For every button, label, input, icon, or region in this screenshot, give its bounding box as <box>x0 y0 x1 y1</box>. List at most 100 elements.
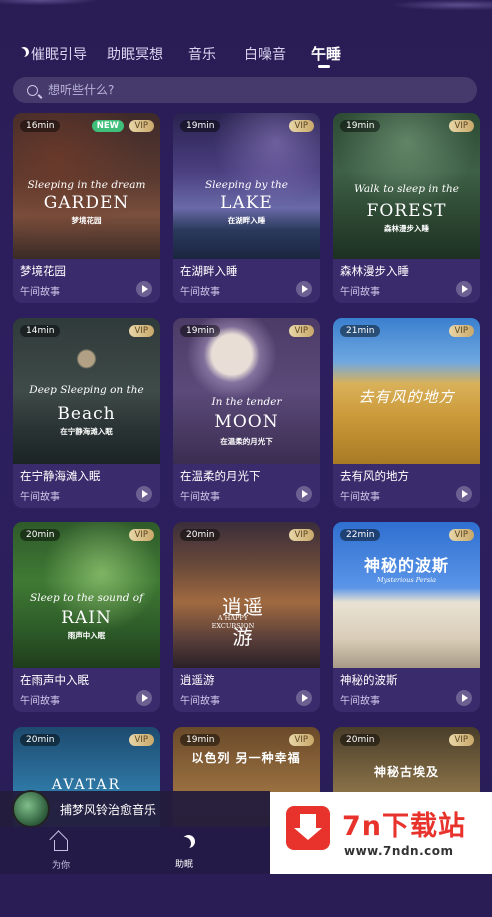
card-info: 在宁静海滩入眠 午间故事 <box>13 464 160 508</box>
card-artwork: Deep Sleeping on the Beach 在宁静海滩入眠 <box>13 318 160 464</box>
play-icon[interactable] <box>296 690 312 706</box>
site-watermark: 7n下载站 www.7ndn.com <box>270 792 492 874</box>
artwork-title: 去有风的地方 <box>358 388 455 406</box>
story-card-garden[interactable]: Sleeping in the dream GARDEN 梦境花园 16min … <box>13 113 160 303</box>
card-artwork: 去有风的地方 <box>333 318 480 464</box>
artwork-caption: Deep Sleeping on the <box>29 384 144 396</box>
artwork-caption: Sleeping in the dream <box>27 179 146 191</box>
tab-sleep-meditation[interactable]: 助眠冥想 <box>107 44 163 64</box>
card-info: 在温柔的月光下 午间故事 <box>173 464 320 508</box>
nav-label: 助眠 <box>174 860 193 870</box>
card-subtitle: 午间故事 <box>180 696 220 707</box>
card-subtitle: 午间故事 <box>180 492 220 503</box>
vip-badge: VIP <box>448 325 474 337</box>
artwork-caption: Sleeping by the <box>204 179 289 191</box>
artwork-title: GARDEN <box>43 193 130 213</box>
card-subtitle: 午间故事 <box>20 492 60 503</box>
tab-nap[interactable]: 午睡 <box>311 43 341 64</box>
card-artwork: 神秘的波斯 Mysterious Persia <box>333 522 480 668</box>
bottom-nav: 为你 助眠 <box>0 827 270 874</box>
duration-badge: 21min <box>340 325 381 337</box>
story-card-moon[interactable]: In the tender MOON 在温柔的月光下 19min VIP 在温柔… <box>173 318 320 508</box>
story-card-rain[interactable]: Sleep to the sound of RAIN 雨声中入眠 20min V… <box>13 522 160 712</box>
card-artwork: Walk to sleep in the FOREST 森林漫步入睡 <box>333 113 480 259</box>
vip-badge: VIP <box>448 734 474 746</box>
duration-badge: 19min <box>180 325 221 337</box>
play-icon[interactable] <box>296 486 312 502</box>
card-subtitle: 午间故事 <box>20 696 60 707</box>
story-card-persia[interactable]: 神秘的波斯 Mysterious Persia 22min VIP 神秘的波斯 … <box>333 522 480 712</box>
artwork-subtitle: 森林漫步入睡 <box>384 224 429 233</box>
story-card-forest[interactable]: Walk to sleep in the FOREST 森林漫步入睡 19min… <box>333 113 480 303</box>
artwork-title: 神秘古埃及 <box>373 765 439 779</box>
duration-badge: 20min <box>20 734 61 746</box>
play-icon[interactable] <box>136 690 152 706</box>
card-info: 去有风的地方 午间故事 <box>333 464 480 508</box>
vip-badge: VIP <box>288 120 314 132</box>
vip-badge: VIP <box>448 529 474 541</box>
artwork-title: 以色列 另一种幸福 <box>191 751 301 765</box>
duration-badge: 14min <box>20 325 61 337</box>
card-subtitle: 午间故事 <box>340 492 380 503</box>
tab-white-noise[interactable]: 白噪音 <box>244 44 286 64</box>
story-card-windy-place[interactable]: 去有风的地方 21min VIP 去有风的地方 午间故事 <box>333 318 480 508</box>
story-card-happy-excursion[interactable]: A HAPPY EXCURSION 逍遥游 20min VIP 逍遥游 午间故事 <box>173 522 320 712</box>
nav-for-you[interactable]: 为你 <box>31 835 91 871</box>
story-card-lake[interactable]: Sleeping by the LAKE 在湖畔入睡 19min VIP 在湖畔… <box>173 113 320 303</box>
vip-badge: VIP <box>128 120 154 132</box>
search-input[interactable] <box>46 82 450 98</box>
artwork-caption: Mysterious Persia <box>376 576 437 584</box>
card-artwork: Sleeping by the LAKE 在湖畔入睡 <box>173 113 320 259</box>
mini-player[interactable]: 捕梦风铃治愈音乐 <box>0 790 270 828</box>
moon-icon <box>16 48 26 58</box>
play-icon[interactable] <box>136 486 152 502</box>
nav-label: 为你 <box>51 861 70 871</box>
search-bar[interactable] <box>13 77 477 103</box>
play-icon[interactable] <box>296 281 312 297</box>
active-tab-indicator <box>318 65 330 68</box>
artwork-title: Beach <box>57 404 116 424</box>
duration-badge: 16min <box>20 120 61 132</box>
card-title: 梦境花园 <box>20 264 66 278</box>
play-icon[interactable] <box>456 281 472 297</box>
artwork-title: 神秘的波斯 <box>363 556 449 575</box>
card-artwork: Sleep to the sound of RAIN 雨声中入眠 <box>13 522 160 668</box>
artwork-subtitle: 在温柔的月光下 <box>220 437 273 446</box>
artwork-caption: Walk to sleep in the <box>354 183 459 195</box>
card-info: 梦境花园 午间故事 <box>13 259 160 303</box>
card-title: 森林漫步入睡 <box>340 264 409 278</box>
artwork-subtitle: 梦境花园 <box>71 216 102 225</box>
download-arrow-head-icon <box>294 828 322 840</box>
card-title: 在湖畔入睡 <box>180 264 238 278</box>
card-title: 在雨声中入眠 <box>20 673 89 687</box>
story-card-beach[interactable]: Deep Sleeping on the Beach 在宁静海滩入眠 14min… <box>13 318 160 508</box>
duration-badge: 20min <box>20 529 61 541</box>
tab-hypnosis-guide[interactable]: 催眠引导 <box>16 44 87 64</box>
duration-badge: 22min <box>340 529 381 541</box>
nav-sleep-aid[interactable]: 助眠 <box>154 835 214 870</box>
card-subtitle: 午间故事 <box>340 287 380 298</box>
card-subtitle: 午间故事 <box>340 696 380 707</box>
artwork-subtitle: 在宁静海滩入眠 <box>60 427 113 436</box>
card-artwork: Sleeping in the dream GARDEN 梦境花园 <box>13 113 160 259</box>
artwork-title: 逍遥游 <box>222 595 264 649</box>
vip-badge: VIP <box>288 529 314 541</box>
card-info: 在湖畔入睡 午间故事 <box>173 259 320 303</box>
vip-badge: VIP <box>128 734 154 746</box>
play-icon[interactable] <box>456 486 472 502</box>
artwork-title: FOREST <box>366 201 447 221</box>
artwork-title: LAKE <box>220 193 273 213</box>
duration-badge: 19min <box>340 120 381 132</box>
artwork-subtitle: 雨声中入眠 <box>67 631 106 640</box>
home-icon <box>54 840 68 851</box>
artwork-title: RAIN <box>61 608 112 628</box>
play-icon[interactable] <box>136 281 152 297</box>
duration-badge: 20min <box>340 734 381 746</box>
tab-music[interactable]: 音乐 <box>188 44 216 64</box>
now-playing-cover <box>12 790 50 828</box>
card-subtitle: 午间故事 <box>180 287 220 298</box>
vip-badge: VIP <box>128 529 154 541</box>
artwork-caption: In the tender <box>211 396 282 408</box>
play-icon[interactable] <box>456 690 472 706</box>
card-info: 神秘的波斯 午间故事 <box>333 668 480 712</box>
